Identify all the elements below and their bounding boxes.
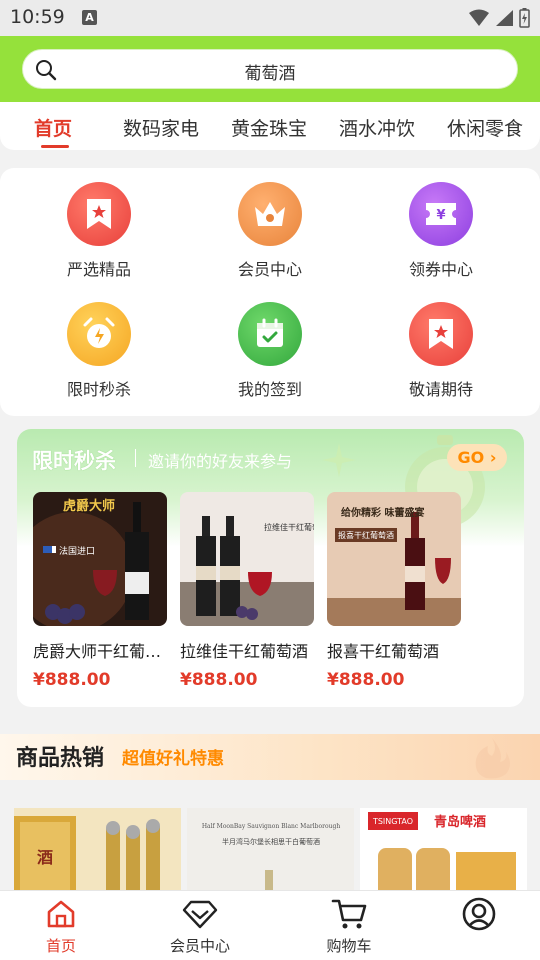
status-time: 10:59 bbox=[10, 6, 65, 28]
nav-label: 首页 bbox=[45, 937, 76, 955]
grid-label: 敬请期待 bbox=[408, 380, 473, 399]
nav-profile[interactable] bbox=[429, 897, 529, 935]
grid-label: 严选精品 bbox=[66, 260, 131, 279]
nav-member-center[interactable]: 会员中心 bbox=[150, 897, 250, 956]
flash-product-card[interactable]: 给你精彩 味蕾盛宴 报喜干红葡萄酒 报喜干红葡萄酒 ¥888.00 bbox=[327, 492, 461, 690]
tab-drinks[interactable]: 酒水冲饮 bbox=[339, 114, 415, 141]
product-image: 拉维佳干红葡萄酒 bbox=[180, 492, 314, 626]
grid-item-coupon-center[interactable]: ¥ 领券中心 bbox=[381, 182, 501, 280]
hot-product-card[interactable]: Half MoonBay Sauvignon Blanc Marlborough… bbox=[187, 808, 354, 898]
hot-sale-subtitle: 超值好礼特惠 bbox=[122, 749, 224, 769]
signal-icon bbox=[496, 10, 513, 26]
hot-product-card[interactable]: TSINGTAO 青岛啤酒 bbox=[360, 808, 527, 898]
grid-label: 我的签到 bbox=[237, 380, 302, 399]
grid-label: 会员中心 bbox=[237, 260, 302, 279]
grid-item-coming-soon[interactable]: 敬请期待 bbox=[381, 302, 501, 400]
grid-item-check-in[interactable]: 我的签到 bbox=[210, 302, 330, 400]
battery-icon bbox=[519, 8, 530, 28]
flash-product-card[interactable]: 虎爵大师 法国进口 虎爵大师干红葡萄酒 ¥888.00 bbox=[33, 492, 167, 690]
hot-product-card[interactable]: 酒 bbox=[14, 808, 181, 898]
svg-text:¥: ¥ bbox=[436, 208, 445, 223]
status-bar: 10:59 A bbox=[0, 0, 540, 36]
calendar-check-icon bbox=[238, 302, 302, 366]
coupon-icon: ¥ bbox=[409, 182, 473, 246]
bookmark-star-icon bbox=[67, 182, 131, 246]
hot-product-grid: 酒 Half MoonBay Sauvignon Blanc Marlborou… bbox=[0, 808, 540, 898]
product-image-text: Half MoonBay Sauvignon Blanc Marlborough bbox=[202, 823, 341, 830]
product-name: 拉维佳干红葡萄酒 bbox=[180, 642, 309, 661]
go-label: GO bbox=[457, 448, 485, 467]
flash-sale-subtitle: 邀请你的好友来参与 bbox=[148, 452, 293, 471]
nav-label: 会员中心 bbox=[169, 937, 230, 955]
product-image: 虎爵大师 法国进口 bbox=[33, 492, 167, 626]
grid-label: 限时秒杀 bbox=[66, 380, 131, 399]
wifi-icon bbox=[469, 9, 489, 26]
home-icon bbox=[11, 897, 111, 931]
product-image-text: 虎爵大师 bbox=[63, 498, 115, 514]
product-price: ¥888.00 bbox=[180, 670, 258, 690]
status-icons bbox=[469, 8, 530, 28]
product-image-text: 给你精彩 味蕾盛宴 bbox=[341, 506, 424, 519]
tab-digital-appliances[interactable]: 数码家电 bbox=[123, 114, 199, 141]
tab-active-indicator bbox=[41, 145, 69, 148]
flame-decoration-icon bbox=[475, 738, 510, 779]
sparkle-icon bbox=[322, 443, 356, 477]
chevron-right-icon: › bbox=[489, 448, 497, 467]
flash-product-card[interactable]: 拉维佳干红葡萄酒 拉维佳干红葡萄酒 ¥888.00 bbox=[180, 492, 314, 690]
profile-icon bbox=[429, 897, 529, 931]
flash-sale-title: 限时秒杀 bbox=[32, 449, 116, 473]
diamond-icon bbox=[150, 897, 250, 931]
bookmark-star-icon bbox=[409, 302, 473, 366]
notification-icon: A bbox=[82, 10, 97, 25]
alarm-clock-icon bbox=[67, 302, 131, 366]
nav-cart[interactable]: 购物车 bbox=[299, 897, 399, 956]
hot-sale-banner: 商品热销 超值好礼特惠 bbox=[0, 734, 540, 780]
product-name: 虎爵大师干红葡萄酒 bbox=[33, 642, 167, 661]
search-placeholder: 葡萄酒 bbox=[244, 64, 296, 84]
tab-gold-jewelry[interactable]: 黄金珠宝 bbox=[231, 114, 307, 141]
product-image-subtext: 半月湾马尔堡长相思干白葡萄酒 bbox=[222, 837, 320, 846]
divider bbox=[135, 449, 136, 467]
nav-label: 购物车 bbox=[326, 937, 372, 955]
product-image-text: 青岛啤酒 bbox=[434, 814, 486, 830]
product-image-text: 拉维佳干红葡萄酒 bbox=[264, 522, 314, 532]
bottom-nav: 首页 会员中心 购物车 bbox=[0, 890, 540, 960]
header: 葡萄酒 bbox=[0, 36, 540, 102]
quick-entry-panel: 严选精品 会员中心 ¥ 领券中心 限时秒杀 我的签到 敬请期待 bbox=[0, 168, 540, 416]
hot-sale-title: 商品热销 bbox=[16, 746, 105, 771]
go-button[interactable]: GO › bbox=[447, 444, 507, 471]
product-image-text: 酒 bbox=[37, 848, 53, 867]
nav-home[interactable]: 首页 bbox=[11, 897, 111, 956]
product-price: ¥888.00 bbox=[327, 670, 405, 690]
grid-item-flash-sale[interactable]: 限时秒杀 bbox=[39, 302, 159, 400]
search-input[interactable]: 葡萄酒 bbox=[22, 49, 518, 89]
grid-item-member-center[interactable]: 会员中心 bbox=[210, 182, 330, 280]
tab-snacks[interactable]: 休闲零食 bbox=[447, 114, 523, 141]
product-image: 给你精彩 味蕾盛宴 报喜干红葡萄酒 bbox=[327, 492, 461, 626]
product-image-tag: 法国进口 bbox=[59, 545, 95, 557]
category-tabs: 首页 数码家电 黄金珠宝 酒水冲饮 休闲零食 bbox=[0, 102, 540, 150]
grid-item-selected-goods[interactable]: 严选精品 bbox=[39, 182, 159, 280]
product-image-subtext: 报喜干红葡萄酒 bbox=[338, 530, 394, 540]
crown-icon bbox=[238, 182, 302, 246]
tab-home[interactable]: 首页 bbox=[34, 114, 72, 141]
product-name: 报喜干红葡萄酒 bbox=[327, 642, 440, 661]
flash-sale-card: 限时秒杀 邀请你的好友来参与 GO › 虎爵大师 法国进口 虎爵大师干红葡萄酒 … bbox=[17, 429, 524, 707]
brand-label: TSINGTAO bbox=[372, 817, 413, 826]
grid-label: 领券中心 bbox=[408, 260, 473, 279]
product-price: ¥888.00 bbox=[33, 670, 111, 690]
cart-icon bbox=[299, 897, 399, 931]
